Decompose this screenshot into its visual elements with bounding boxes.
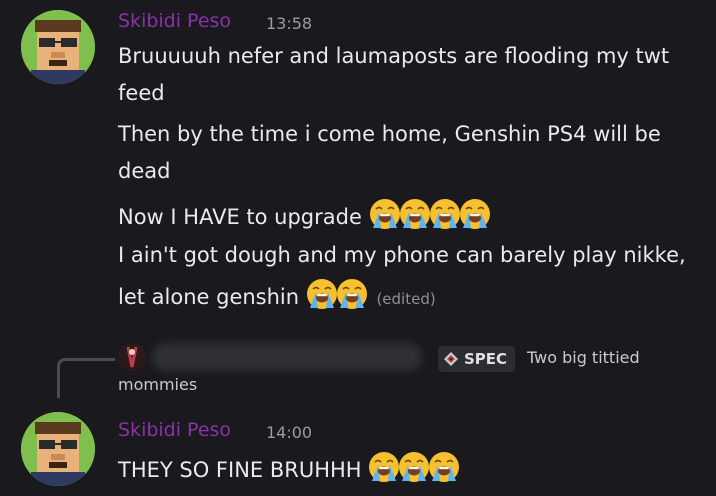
timestamp: 13:58 [266,14,313,33]
spec-tag[interactable]: SPEC [438,346,516,372]
message-text: Now I HAVE to upgrade [118,205,362,229]
message-text: dead [118,159,171,183]
message-text: feed [118,81,165,105]
loudly-crying-face-icon [368,451,400,483]
loudly-crying-face-icon [459,198,491,230]
message-line-upgrade: Now I HAVE to upgrade [118,198,489,231]
loudly-crying-face-icon [398,451,430,483]
avatar[interactable] [21,412,95,486]
loudly-crying-face-icon [428,451,460,483]
loudly-crying-face-icon [369,198,401,230]
loudly-crying-face-icon [306,278,338,310]
reply-avatar[interactable] [118,343,146,371]
timestamp: 14:00 [266,423,313,442]
spec-role-icon [444,352,458,366]
message-text: I ain't got dough and my phone can barel… [118,243,686,267]
redacted-username [152,343,422,371]
username[interactable]: Skibidi Peso [118,419,231,441]
loudly-crying-face-icon [336,278,368,310]
loudly-crying-face-icon [399,198,431,230]
avatar[interactable] [21,10,95,84]
message-line-genshin: let alone genshin (edited) [118,278,436,313]
message-text: Bruuuuuh nefer and laumaposts are floodi… [118,44,670,68]
edited-label: (edited) [376,290,436,308]
spec-tag-label: SPEC [464,350,508,368]
reply-preview[interactable]: mommies [118,375,197,394]
reply-connector [57,358,115,398]
username[interactable]: Skibidi Peso [118,10,231,32]
message-text: let alone genshin [118,285,300,309]
reply-preview[interactable]: Two big tittied [527,348,640,367]
message-line-fine: THEY SO FINE BRUHHH [118,451,458,484]
message-text: Then by the time i come home, Genshin PS… [118,122,661,146]
message-text: THEY SO FINE BRUHHH [118,458,362,482]
loudly-crying-face-icon [429,198,461,230]
